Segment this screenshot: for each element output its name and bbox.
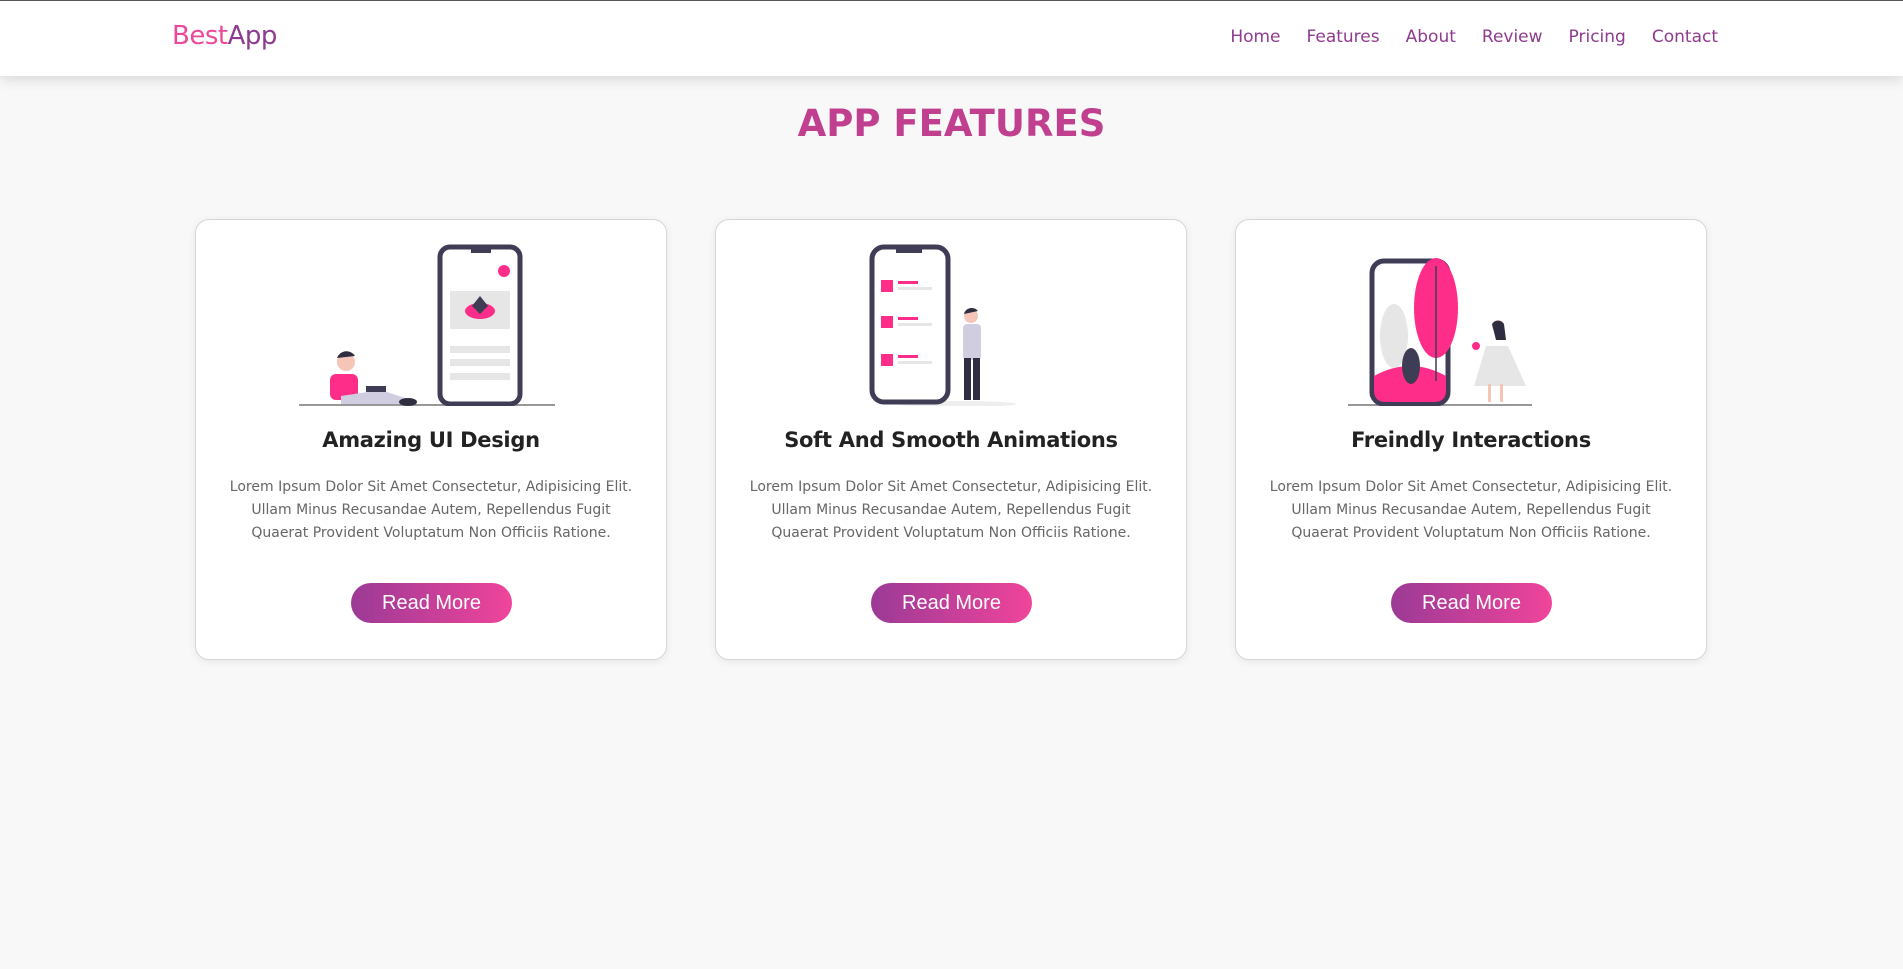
nav-pricing[interactable]: Pricing (1569, 27, 1626, 47)
feature-card: Soft And Smooth Animations Lorem Ipsum D… (715, 219, 1187, 660)
nav-review[interactable]: Review (1482, 27, 1543, 47)
card-title: Soft And Smooth Animations (784, 428, 1118, 452)
card-text: Lorem Ipsum Dolor Sit Amet Consectetur, … (1269, 479, 1673, 541)
woman-laptop-illustration (299, 244, 555, 406)
card-title: Amazing UI Design (322, 428, 540, 452)
woman-plants-illustration (1348, 258, 1532, 406)
nav-contact[interactable]: Contact (1652, 27, 1718, 47)
nav-menu: Home Features About Review Pricing Conta… (1230, 27, 1718, 47)
feature-card: Amazing UI Design Lorem Ipsum Dolor Sit … (195, 219, 667, 660)
nav-features[interactable]: Features (1307, 27, 1380, 47)
section-title: APP FEATURES (797, 102, 1106, 145)
read-more-button[interactable]: Read More (351, 583, 512, 623)
nav-about[interactable]: About (1406, 27, 1456, 47)
card-text: Lorem Ipsum Dolor Sit Amet Consectetur, … (749, 479, 1153, 541)
logo[interactable]: BestApp (172, 21, 277, 51)
logo-part-app: App (227, 21, 278, 51)
logo-part-best: Best (172, 21, 228, 51)
navbar: BestApp Home Features About Review Prici… (0, 0, 1903, 76)
feature-card: Freindly Interactions Lorem Ipsum Dolor … (1235, 219, 1707, 660)
read-more-button[interactable]: Read More (871, 583, 1032, 623)
card-text: Lorem Ipsum Dolor Sit Amet Consectetur, … (229, 479, 633, 541)
nav-home[interactable]: Home (1230, 27, 1280, 47)
card-title: Freindly Interactions (1351, 428, 1591, 452)
man-phone-illustration (869, 244, 1016, 406)
read-more-button[interactable]: Read More (1391, 583, 1552, 623)
